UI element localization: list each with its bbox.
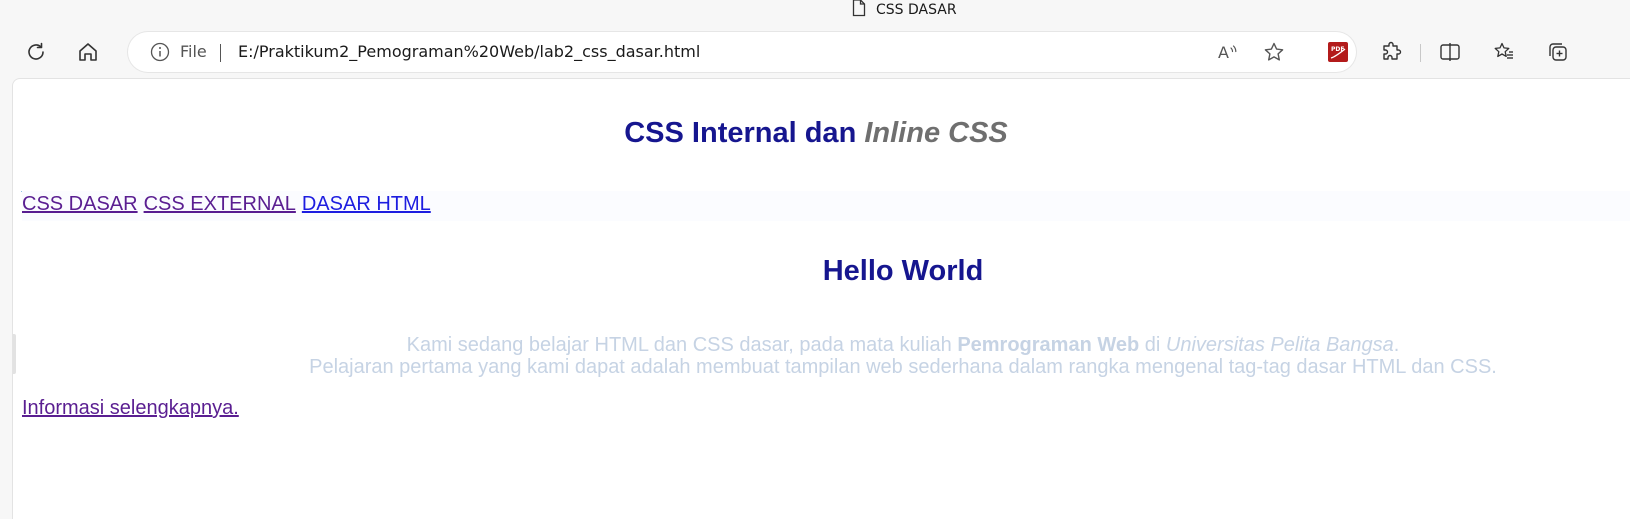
refresh-icon[interactable]: [16, 28, 56, 76]
info-icon[interactable]: [150, 42, 170, 66]
para-text-3: .: [1393, 334, 1400, 356]
tab-title: CSS DASAR: [876, 2, 957, 18]
site-scheme-label[interactable]: File: [180, 32, 207, 72]
file-icon: [852, 0, 866, 21]
url-text[interactable]: E:/Praktikum2_Pemograman%20Web/lab2_css_…: [238, 32, 700, 72]
para-text-2: di: [1139, 334, 1166, 356]
more-info-link[interactable]: Informasi selengkapnya.: [22, 397, 239, 420]
page-header-title: CSS Internal dan Inline CSS: [13, 117, 1619, 150]
address-separator: [220, 44, 221, 62]
home-icon[interactable]: [68, 28, 108, 76]
favorite-star-icon[interactable]: [1256, 32, 1292, 72]
nav-link-css-dasar[interactable]: CSS DASAR: [22, 193, 138, 215]
para-bold-course: Pemrograman Web: [957, 334, 1140, 356]
nav-bar: CSS DASAR CSS EXTERNAL DASAR HTML: [22, 191, 1630, 221]
title-inline-text: Inline CSS: [864, 117, 1008, 149]
hello-heading: Hello World: [822, 255, 984, 287]
page-viewport: CSS Internal dan Inline CSS CSS DASAR CSS…: [12, 78, 1630, 519]
read-aloud-icon[interactable]: A: [1210, 32, 1246, 72]
active-tab[interactable]: CSS DASAR: [852, 0, 957, 20]
para-italic-university: Universitas Pelita Bangsa: [1165, 334, 1394, 356]
browser-toolbar: File E:/Praktikum2_Pemograman%20Web/lab2…: [0, 28, 1630, 76]
intro-paragraph: Kami sedang belajar HTML dan CSS dasar, …: [13, 334, 1630, 378]
collections-icon[interactable]: [1538, 28, 1578, 76]
extensions-icon[interactable]: [1372, 28, 1412, 76]
svg-text:PDF: PDF: [1331, 46, 1344, 53]
favorites-icon[interactable]: [1484, 28, 1524, 76]
tab-strip: CSS DASAR: [0, 0, 1630, 20]
pdf-extension-icon[interactable]: PDF: [1318, 28, 1358, 76]
toolbar-divider: [1420, 44, 1421, 62]
svg-text:A: A: [1218, 43, 1229, 62]
nav-link-css-external[interactable]: CSS EXTERNAL: [144, 193, 296, 215]
address-bar[interactable]: File E:/Praktikum2_Pemograman%20Web/lab2…: [128, 32, 1356, 72]
para-text-1: Kami sedang belajar HTML dan CSS dasar, …: [406, 334, 958, 356]
para-line-2: Pelajaran pertama yang kami dapat adalah…: [309, 356, 1497, 378]
split-screen-icon[interactable]: [1430, 28, 1470, 76]
title-main-text: CSS Internal dan: [624, 117, 865, 149]
nav-link-dasar-html[interactable]: DASAR HTML: [302, 193, 431, 215]
